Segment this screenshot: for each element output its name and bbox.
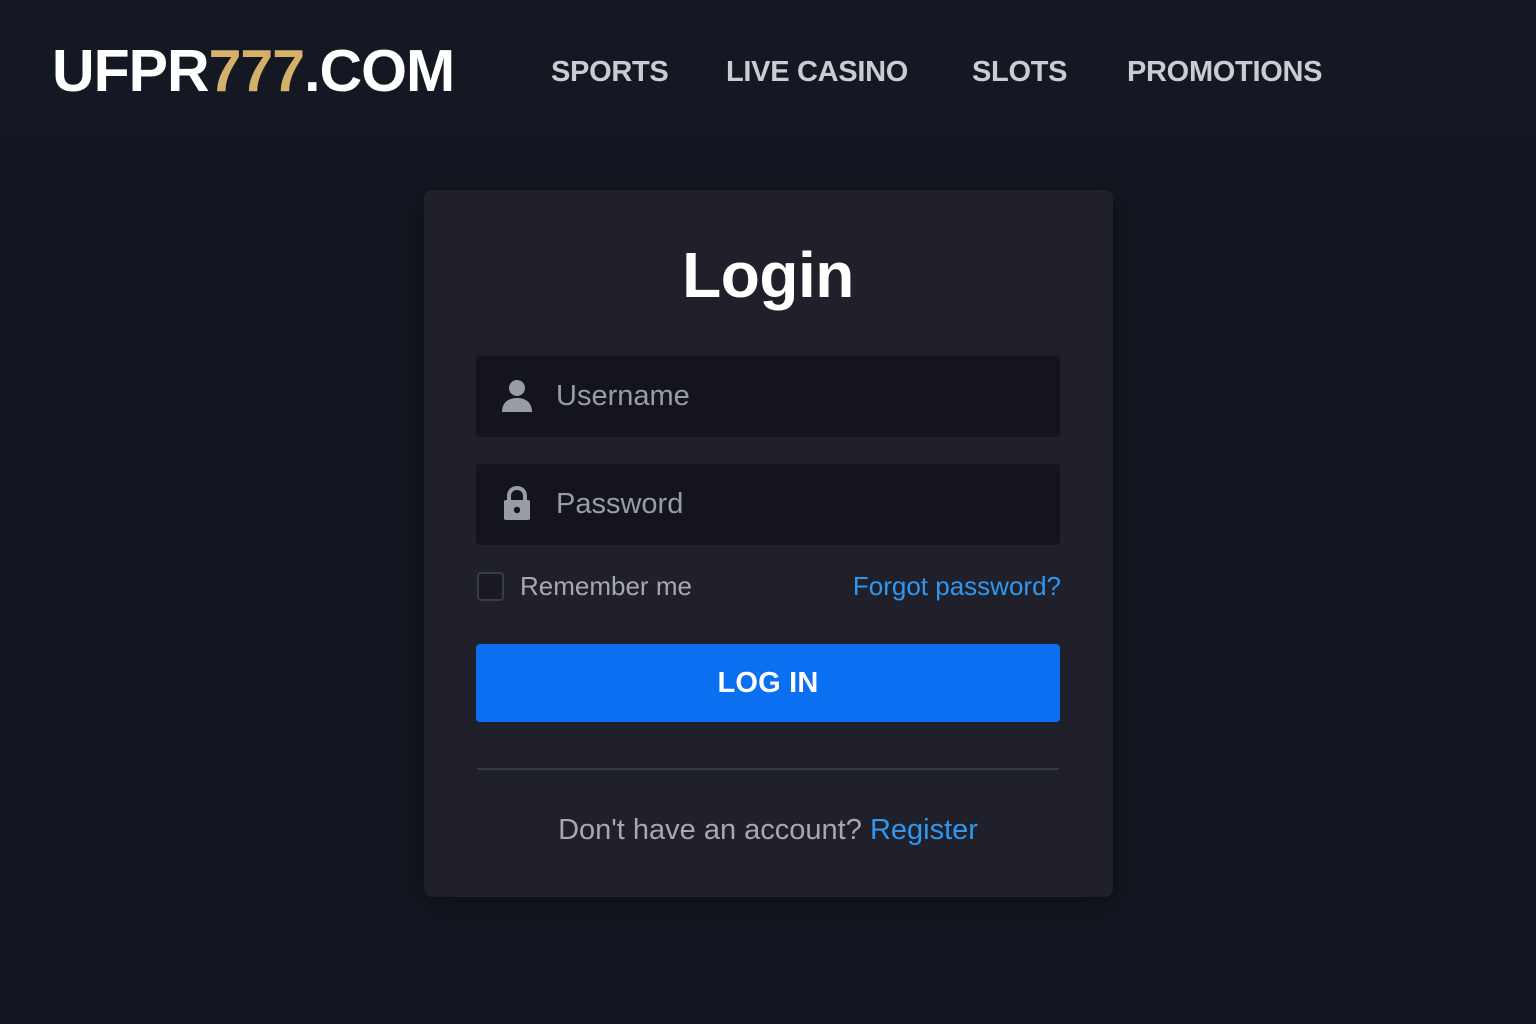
nav-item-sports[interactable]: SPORTS xyxy=(551,50,669,94)
nav-item-promotions[interactable]: PROMOTIONS xyxy=(1127,50,1322,94)
user-icon xyxy=(500,378,534,414)
nav-item-slots[interactable]: SLOTS xyxy=(972,50,1067,94)
register-question: Don't have an account? xyxy=(558,814,862,846)
register-prompt: Don't have an account? Register xyxy=(0,812,1536,848)
username-field[interactable] xyxy=(476,356,1060,437)
logo-accent: 777 xyxy=(208,38,305,104)
password-field[interactable] xyxy=(476,464,1060,545)
register-link[interactable]: Register xyxy=(870,814,978,846)
nav-item-live-casino[interactable]: LIVE CASINO xyxy=(726,50,908,94)
password-input[interactable] xyxy=(556,464,1036,545)
lock-icon xyxy=(500,485,534,522)
site-header: UFPR777.COM SPORTS LIVE CASINO SLOTS PRO… xyxy=(0,0,1536,136)
logo-prefix: UFPR xyxy=(52,38,210,104)
login-button[interactable]: LOG IN xyxy=(476,644,1060,722)
remember-me-checkbox[interactable] xyxy=(477,572,504,601)
divider xyxy=(477,768,1059,770)
remember-me-label[interactable]: Remember me xyxy=(520,570,692,602)
login-title: Login xyxy=(682,239,854,311)
logo-suffix: .COM xyxy=(304,38,455,104)
username-input[interactable] xyxy=(556,356,1036,437)
forgot-password-link[interactable]: Forgot password? xyxy=(853,570,1061,602)
site-logo[interactable]: UFPR777.COM xyxy=(52,36,455,106)
